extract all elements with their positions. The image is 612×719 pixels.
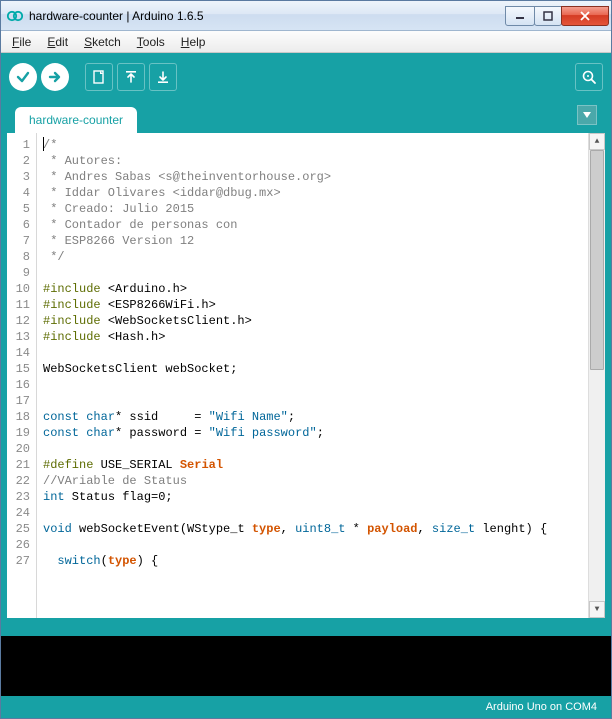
line-number: 27 bbox=[7, 553, 30, 569]
code-line[interactable]: * Iddar Olivares <iddar@dbug.mx> bbox=[43, 185, 599, 201]
line-number: 16 bbox=[7, 377, 30, 393]
code-line[interactable]: const char* password = "Wifi password"; bbox=[43, 425, 599, 441]
menu-file[interactable]: File bbox=[5, 33, 38, 51]
line-number: 23 bbox=[7, 489, 30, 505]
text-cursor bbox=[43, 137, 44, 151]
window-buttons bbox=[506, 6, 609, 26]
code-line[interactable]: * ESP8266 Version 12 bbox=[43, 233, 599, 249]
line-number: 26 bbox=[7, 537, 30, 553]
scroll-thumb[interactable] bbox=[590, 150, 604, 370]
code-area[interactable]: /* * Autores: * Andres Sabas <s@theinven… bbox=[37, 133, 605, 618]
code-line[interactable]: */ bbox=[43, 249, 599, 265]
statusbar: Arduino Uno on COM4 bbox=[1, 696, 611, 718]
board-status: Arduino Uno on COM4 bbox=[486, 701, 597, 713]
scroll-track[interactable] bbox=[589, 150, 605, 601]
code-line[interactable] bbox=[43, 377, 599, 393]
line-number: 19 bbox=[7, 425, 30, 441]
line-number: 14 bbox=[7, 345, 30, 361]
menu-tools[interactable]: Tools bbox=[130, 33, 172, 51]
line-gutter: 1234567891011121314151617181920212223242… bbox=[7, 133, 37, 618]
menubar: File Edit Sketch Tools Help bbox=[1, 31, 611, 53]
line-number: 25 bbox=[7, 521, 30, 537]
line-number: 13 bbox=[7, 329, 30, 345]
maximize-button[interactable] bbox=[534, 6, 562, 26]
toolbar bbox=[1, 53, 611, 101]
code-line[interactable]: WebSocketsClient webSocket; bbox=[43, 361, 599, 377]
tab-menu-button[interactable] bbox=[577, 105, 597, 125]
line-number: 9 bbox=[7, 265, 30, 281]
code-line[interactable] bbox=[43, 537, 599, 553]
line-number: 12 bbox=[7, 313, 30, 329]
console-output[interactable] bbox=[1, 636, 611, 696]
menu-edit[interactable]: Edit bbox=[40, 33, 75, 51]
line-number: 6 bbox=[7, 217, 30, 233]
code-line[interactable]: * Andres Sabas <s@theinventorhouse.org> bbox=[43, 169, 599, 185]
code-line[interactable]: * Contador de personas con bbox=[43, 217, 599, 233]
code-line[interactable]: /* bbox=[43, 137, 599, 153]
code-line[interactable] bbox=[43, 505, 599, 521]
code-line[interactable]: int Status flag=0; bbox=[43, 489, 599, 505]
code-line[interactable] bbox=[43, 441, 599, 457]
upload-button[interactable] bbox=[41, 63, 69, 91]
line-number: 5 bbox=[7, 201, 30, 217]
code-line[interactable] bbox=[43, 345, 599, 361]
save-button[interactable] bbox=[149, 63, 177, 91]
code-line[interactable]: * Autores: bbox=[43, 153, 599, 169]
code-line[interactable]: #include <Arduino.h> bbox=[43, 281, 599, 297]
menu-help[interactable]: Help bbox=[174, 33, 213, 51]
code-line[interactable]: const char* ssid = "Wifi Name"; bbox=[43, 409, 599, 425]
menu-sketch[interactable]: Sketch bbox=[77, 33, 128, 51]
status-divider bbox=[1, 618, 611, 636]
verify-button[interactable] bbox=[9, 63, 37, 91]
tabbar: hardware-counter bbox=[1, 101, 611, 133]
scroll-down-button[interactable]: ▼ bbox=[589, 601, 605, 618]
line-number: 7 bbox=[7, 233, 30, 249]
app-window: hardware-counter | Arduino 1.6.5 File Ed… bbox=[0, 0, 612, 719]
line-number: 15 bbox=[7, 361, 30, 377]
arduino-icon bbox=[7, 8, 23, 24]
code-line[interactable]: #define USE_SERIAL Serial bbox=[43, 457, 599, 473]
line-number: 11 bbox=[7, 297, 30, 313]
code-editor[interactable]: 1234567891011121314151617181920212223242… bbox=[7, 133, 605, 618]
code-line[interactable] bbox=[43, 265, 599, 281]
line-number: 18 bbox=[7, 409, 30, 425]
minimize-button[interactable] bbox=[505, 6, 535, 26]
line-number: 24 bbox=[7, 505, 30, 521]
line-number: 17 bbox=[7, 393, 30, 409]
line-number: 10 bbox=[7, 281, 30, 297]
code-line[interactable]: void webSocketEvent(WStype_t type, uint8… bbox=[43, 521, 599, 537]
line-number: 1 bbox=[7, 137, 30, 153]
serial-monitor-button[interactable] bbox=[575, 63, 603, 91]
line-number: 20 bbox=[7, 441, 30, 457]
vertical-scrollbar[interactable]: ▲ ▼ bbox=[588, 133, 605, 618]
titlebar[interactable]: hardware-counter | Arduino 1.6.5 bbox=[1, 1, 611, 31]
code-line[interactable]: #include <Hash.h> bbox=[43, 329, 599, 345]
line-number: 4 bbox=[7, 185, 30, 201]
code-line[interactable]: #include <WebSocketsClient.h> bbox=[43, 313, 599, 329]
editor-wrap: 1234567891011121314151617181920212223242… bbox=[1, 133, 611, 618]
code-line[interactable]: * Creado: Julio 2015 bbox=[43, 201, 599, 217]
line-number: 8 bbox=[7, 249, 30, 265]
scroll-up-button[interactable]: ▲ bbox=[589, 133, 605, 150]
window-title: hardware-counter | Arduino 1.6.5 bbox=[29, 9, 506, 23]
line-number: 21 bbox=[7, 457, 30, 473]
line-number: 3 bbox=[7, 169, 30, 185]
code-line[interactable]: #include <ESP8266WiFi.h> bbox=[43, 297, 599, 313]
close-button[interactable] bbox=[561, 6, 609, 26]
new-button[interactable] bbox=[85, 63, 113, 91]
code-line[interactable]: switch(type) { bbox=[43, 553, 599, 569]
line-number: 2 bbox=[7, 153, 30, 169]
code-line[interactable]: //VAriable de Status bbox=[43, 473, 599, 489]
line-number: 22 bbox=[7, 473, 30, 489]
open-button[interactable] bbox=[117, 63, 145, 91]
code-line[interactable] bbox=[43, 393, 599, 409]
tab-active[interactable]: hardware-counter bbox=[15, 107, 137, 133]
